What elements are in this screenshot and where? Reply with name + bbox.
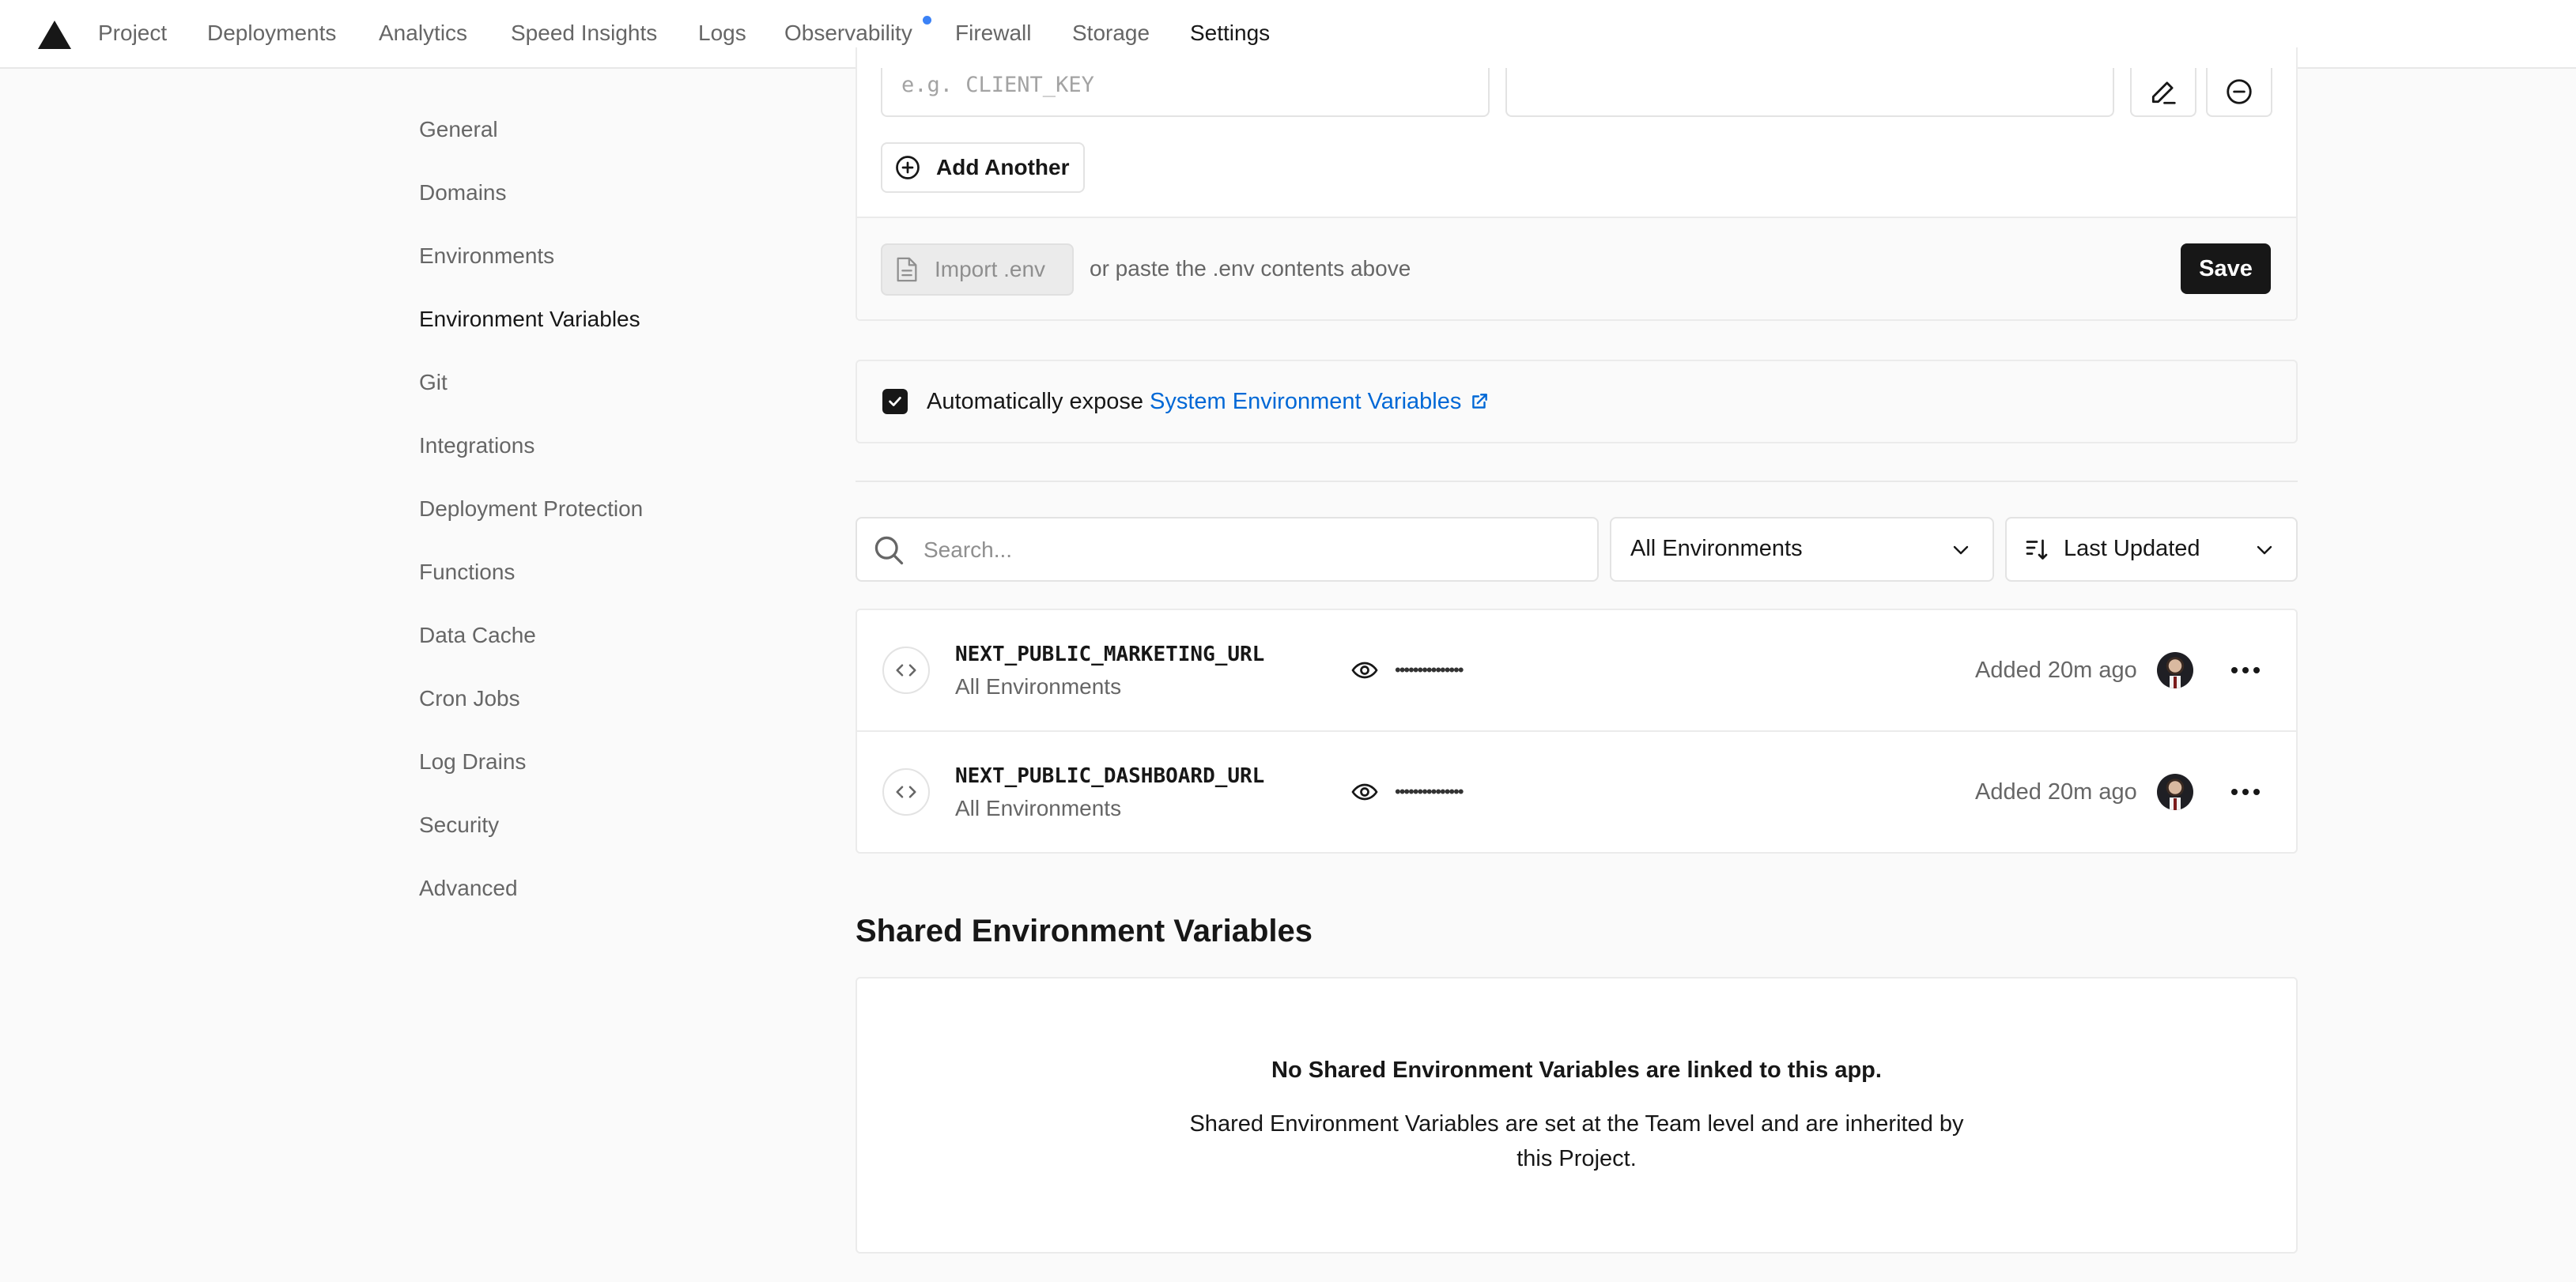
auto-expose-checkbox[interactable] bbox=[882, 389, 908, 414]
edit-button[interactable] bbox=[2130, 68, 2196, 117]
remove-row-button[interactable] bbox=[2206, 68, 2272, 117]
import-env-button[interactable]: Import .env bbox=[881, 243, 1074, 296]
sort-select-label: Last Updated bbox=[2064, 536, 2200, 561]
variable-type-badge bbox=[882, 647, 930, 694]
sidebar-item-functions[interactable]: Functions bbox=[419, 556, 515, 588]
tab-logs[interactable]: Logs bbox=[698, 17, 746, 49]
sidebar-item-domains[interactable]: Domains bbox=[419, 177, 506, 209]
reveal-value-button[interactable] bbox=[1349, 776, 1381, 808]
key-input[interactable]: e.g. CLIENT_KEY bbox=[881, 68, 1490, 117]
sidebar-item-security[interactable]: Security bbox=[419, 809, 499, 841]
sidebar-item-general[interactable]: General bbox=[419, 114, 498, 145]
add-another-button[interactable]: Add Another bbox=[881, 142, 1085, 193]
sort-select[interactable]: Last Updated bbox=[2005, 517, 2298, 582]
check-icon bbox=[889, 397, 901, 406]
added-time: Added 20m ago bbox=[1975, 779, 2137, 805]
variable-type-badge bbox=[882, 768, 930, 816]
sidebar-item-environments[interactable]: Environments bbox=[419, 240, 554, 272]
sidebar-item-integrations[interactable]: Integrations bbox=[419, 430, 534, 462]
environment-select-label: All Environments bbox=[1630, 536, 1803, 561]
sidebar-item-git[interactable]: Git bbox=[419, 367, 448, 398]
empty-state-description: Shared Environment Variables are set at … bbox=[1189, 1111, 1964, 1171]
eye-icon bbox=[1351, 662, 1378, 679]
section-divider bbox=[856, 481, 2298, 482]
chevron-down-icon bbox=[1953, 545, 1969, 555]
tab-speed-insights[interactable]: Speed Insights bbox=[511, 17, 657, 49]
tab-project[interactable]: Project bbox=[98, 17, 167, 49]
external-link-icon bbox=[1472, 394, 1488, 409]
value-input[interactable] bbox=[1505, 68, 2114, 117]
row-divider bbox=[856, 730, 2298, 732]
code-brackets-icon bbox=[896, 664, 916, 677]
environment-select[interactable]: All Environments bbox=[1610, 517, 1994, 582]
save-button[interactable]: Save bbox=[2181, 243, 2271, 294]
sidebar-item-deployment-protection[interactable]: Deployment Protection bbox=[419, 493, 643, 525]
sort-icon bbox=[2026, 539, 2048, 560]
search-input[interactable] bbox=[924, 534, 1572, 566]
vercel-logo-icon[interactable] bbox=[38, 21, 71, 49]
pencil-icon bbox=[2151, 81, 2176, 104]
masked-value: ••••••••••••••• bbox=[1395, 782, 1464, 801]
more-options-button[interactable] bbox=[2227, 654, 2264, 686]
system-env-vars-link-label: System Environment Variables bbox=[1150, 389, 1462, 414]
reveal-value-button[interactable] bbox=[1349, 654, 1381, 686]
tab-analytics[interactable]: Analytics bbox=[379, 17, 467, 49]
shared-env-vars-title: Shared Environment Variables bbox=[856, 914, 1313, 948]
sidebar-item-log-drains[interactable]: Log Drains bbox=[419, 746, 526, 778]
auto-expose-text: Automatically expose bbox=[927, 389, 1144, 414]
more-options-button[interactable] bbox=[2227, 776, 2264, 808]
empty-state-title: No Shared Environment Variables are link… bbox=[1271, 1058, 1882, 1083]
plus-circle-icon bbox=[896, 156, 920, 179]
sidebar-item-environment-variables[interactable]: Environment Variables bbox=[419, 304, 640, 335]
masked-value: ••••••••••••••• bbox=[1395, 660, 1464, 680]
eye-icon bbox=[1351, 783, 1378, 801]
variable-environment: All Environments bbox=[955, 674, 1122, 699]
code-brackets-icon bbox=[896, 786, 916, 798]
variable-environment: All Environments bbox=[955, 796, 1122, 820]
added-time: Added 20m ago bbox=[1975, 658, 2137, 683]
tab-settings[interactable]: Settings bbox=[1190, 17, 1270, 49]
sidebar-item-data-cache[interactable]: Data Cache bbox=[419, 620, 536, 651]
tab-deployments[interactable]: Deployments bbox=[207, 17, 336, 49]
notification-dot bbox=[923, 16, 931, 25]
minus-circle-icon bbox=[2227, 79, 2252, 104]
system-env-vars-link[interactable]: System Environment Variables bbox=[1150, 386, 1490, 417]
variable-name: NEXT_PUBLIC_DASHBOARD_URL bbox=[955, 764, 1265, 788]
import-env-label: Import .env bbox=[935, 257, 1046, 281]
avatar bbox=[2157, 774, 2193, 810]
variable-name: NEXT_PUBLIC_MARKETING_URL bbox=[955, 643, 1265, 666]
tab-storage[interactable]: Storage bbox=[1072, 17, 1150, 49]
paste-hint: or paste the .env contents above bbox=[1090, 256, 1411, 281]
chevron-down-icon bbox=[2257, 545, 2272, 555]
tab-firewall[interactable]: Firewall bbox=[955, 17, 1031, 49]
sidebar-item-advanced[interactable]: Advanced bbox=[419, 873, 518, 904]
file-icon bbox=[897, 257, 917, 282]
tab-observability[interactable]: Observability bbox=[784, 17, 912, 49]
add-another-label: Add Another bbox=[936, 155, 1070, 179]
avatar bbox=[2157, 652, 2193, 688]
sidebar-item-cron-jobs[interactable]: Cron Jobs bbox=[419, 683, 520, 715]
search-icon bbox=[874, 536, 904, 565]
